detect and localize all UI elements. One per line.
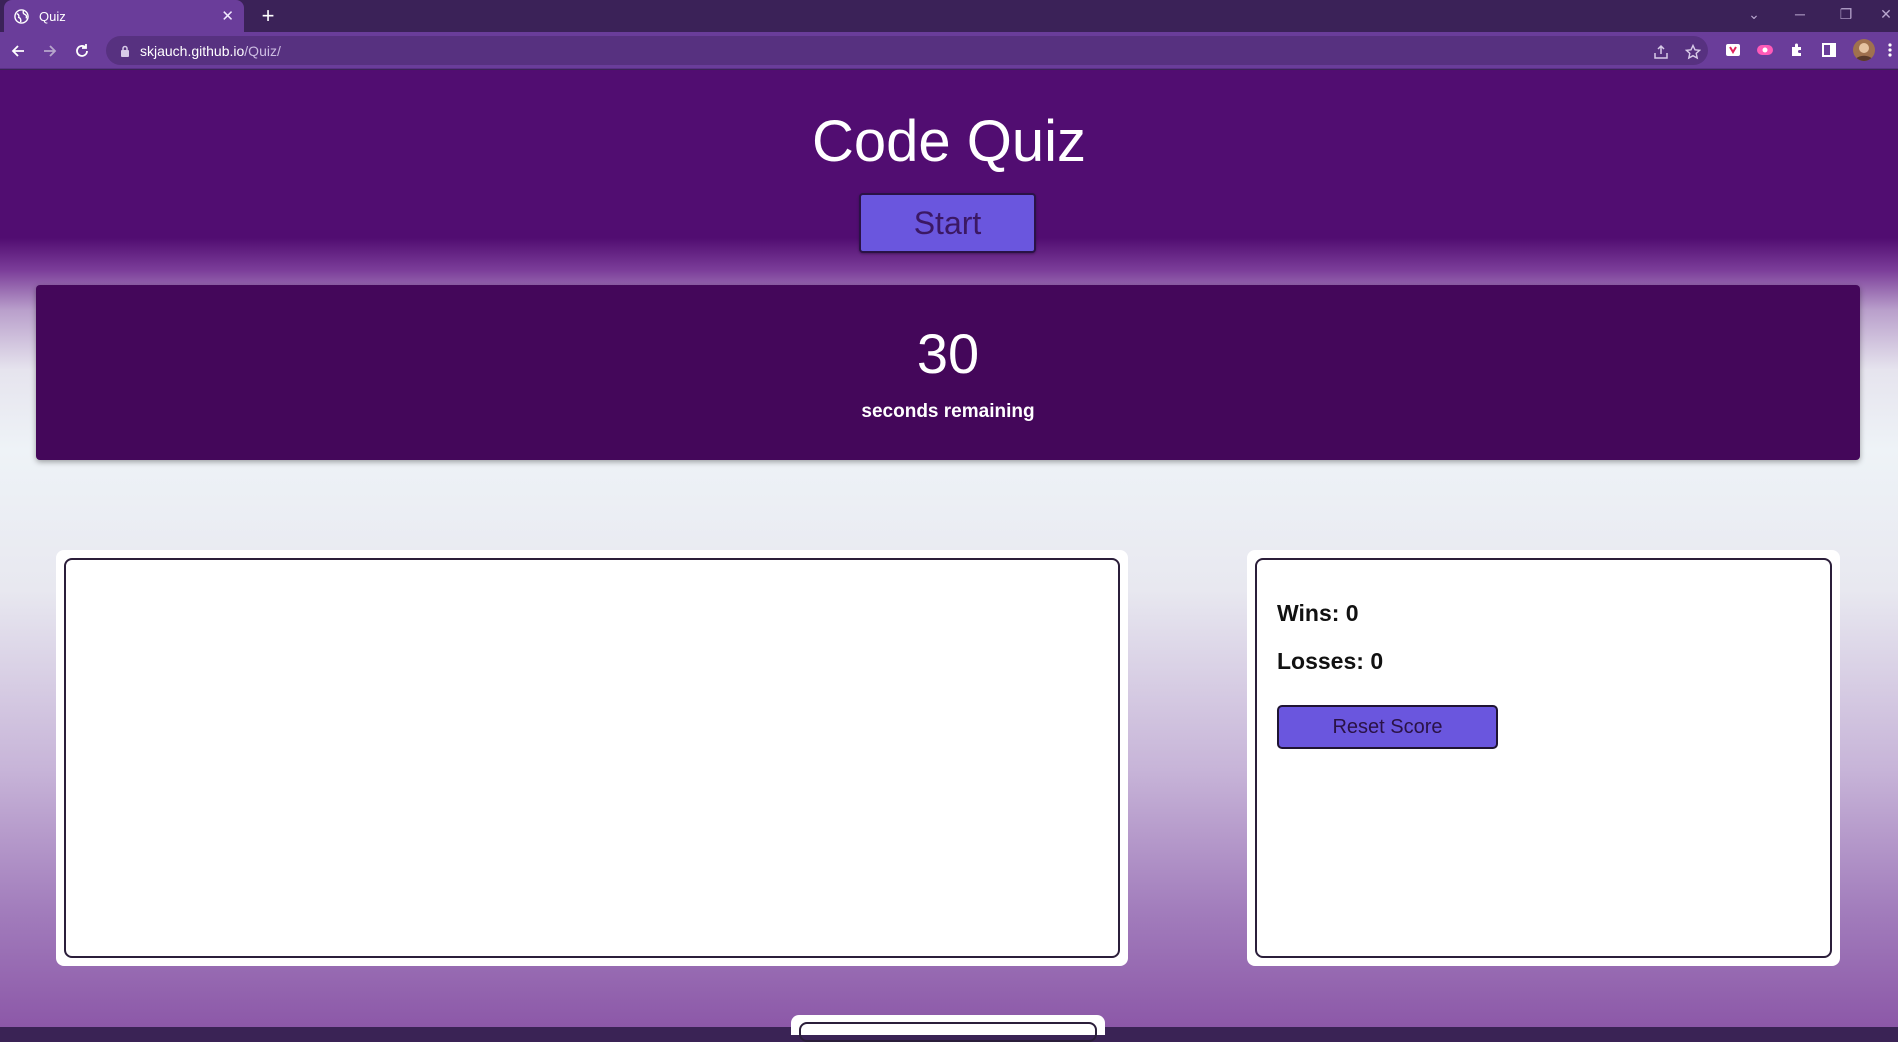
browser-toolbar: skjauch.github.io/Quiz/ <box>0 32 1898 69</box>
url-path: /Quiz/ <box>244 42 281 59</box>
record-extension-icon[interactable] <box>1756 41 1774 59</box>
quiz-card <box>56 550 1128 966</box>
losses-count: Losses: 0 <box>1277 648 1384 674</box>
bottom-card <box>791 1015 1105 1042</box>
close-tab-icon[interactable]: ✕ <box>221 9 234 24</box>
forward-icon[interactable] <box>39 40 61 62</box>
page-title: Code Quiz <box>811 109 1087 174</box>
question-area <box>64 558 1120 958</box>
back-icon[interactable] <box>7 40 29 62</box>
restore-icon[interactable]: ❐ <box>1832 4 1860 24</box>
close-window-icon[interactable]: ✕ <box>1872 4 1898 24</box>
score-area: Wins: 0 Losses: 0 Reset Score <box>1255 558 1832 958</box>
new-tab-button[interactable]: + <box>256 4 280 28</box>
page-content: Code Quiz Start 30 seconds remaining Win… <box>0 70 1898 1042</box>
browser-tab[interactable]: Quiz ✕ <box>4 0 244 32</box>
start-button[interactable]: Start <box>859 193 1036 253</box>
reset-score-button[interactable]: Reset Score <box>1277 705 1498 749</box>
minimize-icon[interactable]: ─ <box>1786 4 1814 24</box>
globe-icon <box>14 8 29 24</box>
score-card: Wins: 0 Losses: 0 Reset Score <box>1247 550 1840 966</box>
sidepanel-icon[interactable] <box>1820 41 1838 59</box>
browser-tab-bar: Quiz ✕ + ⌄ ─ ❐ ✕ <box>0 0 1898 32</box>
shield-extension-icon[interactable] <box>1724 41 1742 59</box>
star-icon[interactable] <box>1684 43 1702 61</box>
reload-icon[interactable] <box>71 40 93 62</box>
tab-search-icon[interactable]: ⌄ <box>1740 4 1768 24</box>
bottom-card-inner <box>799 1022 1097 1042</box>
avatar[interactable] <box>1853 39 1875 61</box>
timer-panel: 30 seconds remaining <box>36 285 1860 460</box>
address-bar[interactable]: skjauch.github.io/Quiz/ <box>106 36 1708 65</box>
share-icon[interactable] <box>1652 43 1670 61</box>
extensions-icon[interactable] <box>1788 41 1806 59</box>
menu-icon[interactable] <box>1886 41 1894 59</box>
url-host: skjauch.github.io <box>140 42 245 59</box>
timer-count: 30 <box>916 322 980 385</box>
wins-count: Wins: 0 <box>1277 600 1359 626</box>
lock-icon[interactable] <box>120 45 130 57</box>
tab-title: Quiz <box>39 8 66 24</box>
timer-label: seconds remaining <box>861 401 1035 422</box>
